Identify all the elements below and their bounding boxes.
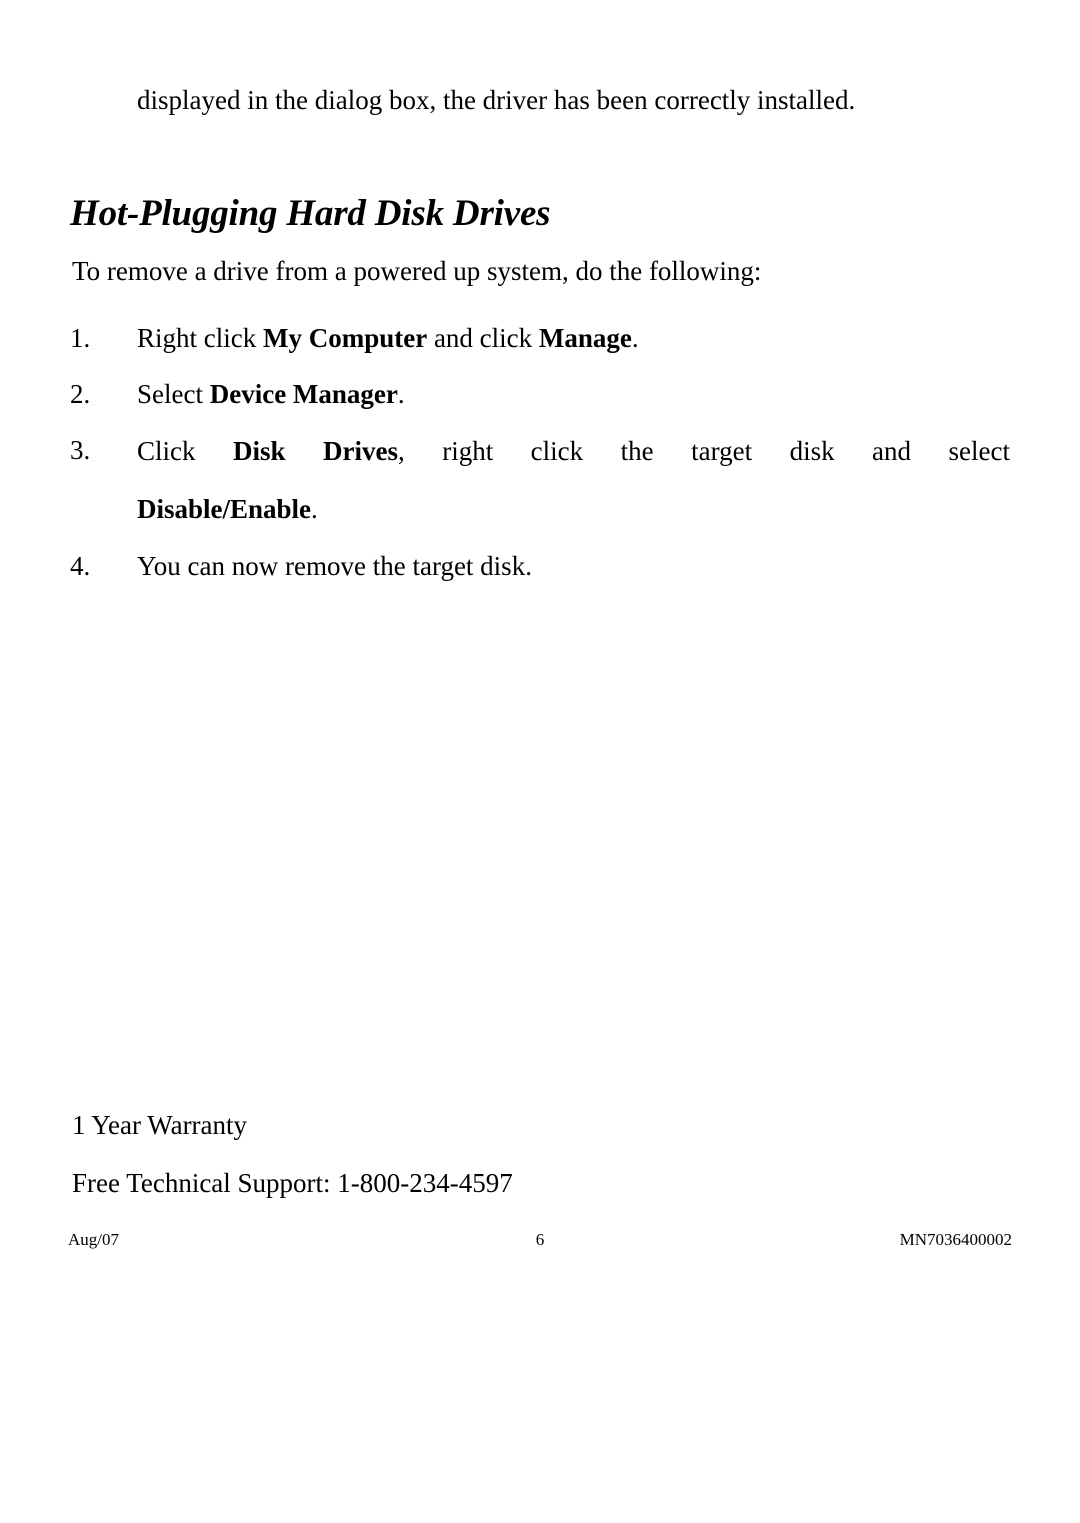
intro-paragraph: To remove a drive from a powered up syst… xyxy=(72,256,762,286)
list-item-text: Select Device Manager. xyxy=(137,366,1010,422)
list-item-number: 2. xyxy=(70,379,91,409)
list-item-number: 3. xyxy=(70,435,91,465)
step2-segment-period: . xyxy=(397,379,405,409)
list-item: 3. Click Disk Drives, right click the ta… xyxy=(70,422,1010,538)
page-title: Hot-Plugging Hard Disk Drives xyxy=(70,193,551,234)
step2-segment-device-manager: Device Manager xyxy=(209,379,398,409)
footer-document-code: MN7036400002 xyxy=(899,1230,1012,1249)
list-item-number: 1. xyxy=(70,323,91,353)
step3-segment-disable-enable: Disable/Enable xyxy=(137,494,312,524)
list-item-number: 4. xyxy=(70,551,91,581)
step3-segment-click: Click xyxy=(137,436,233,466)
continuation-text: displayed in the dialog box, the driver … xyxy=(137,85,856,115)
step1-segment-period: . xyxy=(631,323,639,353)
step1-segment-middle: and click xyxy=(427,323,539,353)
page-footer: Aug/07 6 MN7036400002 xyxy=(68,1228,1012,1252)
document-page: displayed in the dialog box, the driver … xyxy=(0,0,1080,1523)
support-text: Free Technical Support: 1-800-234-4597 xyxy=(72,1168,513,1198)
step2-segment-prefix: Select xyxy=(137,379,210,409)
list-item-text: Click Disk Drives, right click the targe… xyxy=(137,422,1010,538)
list-item-text: Right click My Computer and click Manage… xyxy=(137,310,1010,366)
list-item: 4. You can now remove the target disk. xyxy=(70,538,1010,594)
step1-segment-manage: Manage xyxy=(538,323,632,353)
footer-page-number: 6 xyxy=(535,1230,545,1249)
step1-segment-my-computer: My Computer xyxy=(262,323,428,353)
list-item-text: You can now remove the target disk. xyxy=(137,551,532,581)
step1-segment-prefix: Right click xyxy=(137,323,263,353)
step3-segment-disk-drives: Disk Drives xyxy=(232,436,398,466)
step3-segment-period: . xyxy=(311,494,318,524)
step3-segment-rest: , right click the target disk and select xyxy=(397,436,1010,466)
numbered-step-list: 1. Right click My Computer and click Man… xyxy=(70,310,1010,594)
list-item: 1. Right click My Computer and click Man… xyxy=(70,310,1010,366)
warranty-text: 1 Year Warranty xyxy=(72,1110,248,1140)
list-item: 2. Select Device Manager. xyxy=(70,366,1010,422)
